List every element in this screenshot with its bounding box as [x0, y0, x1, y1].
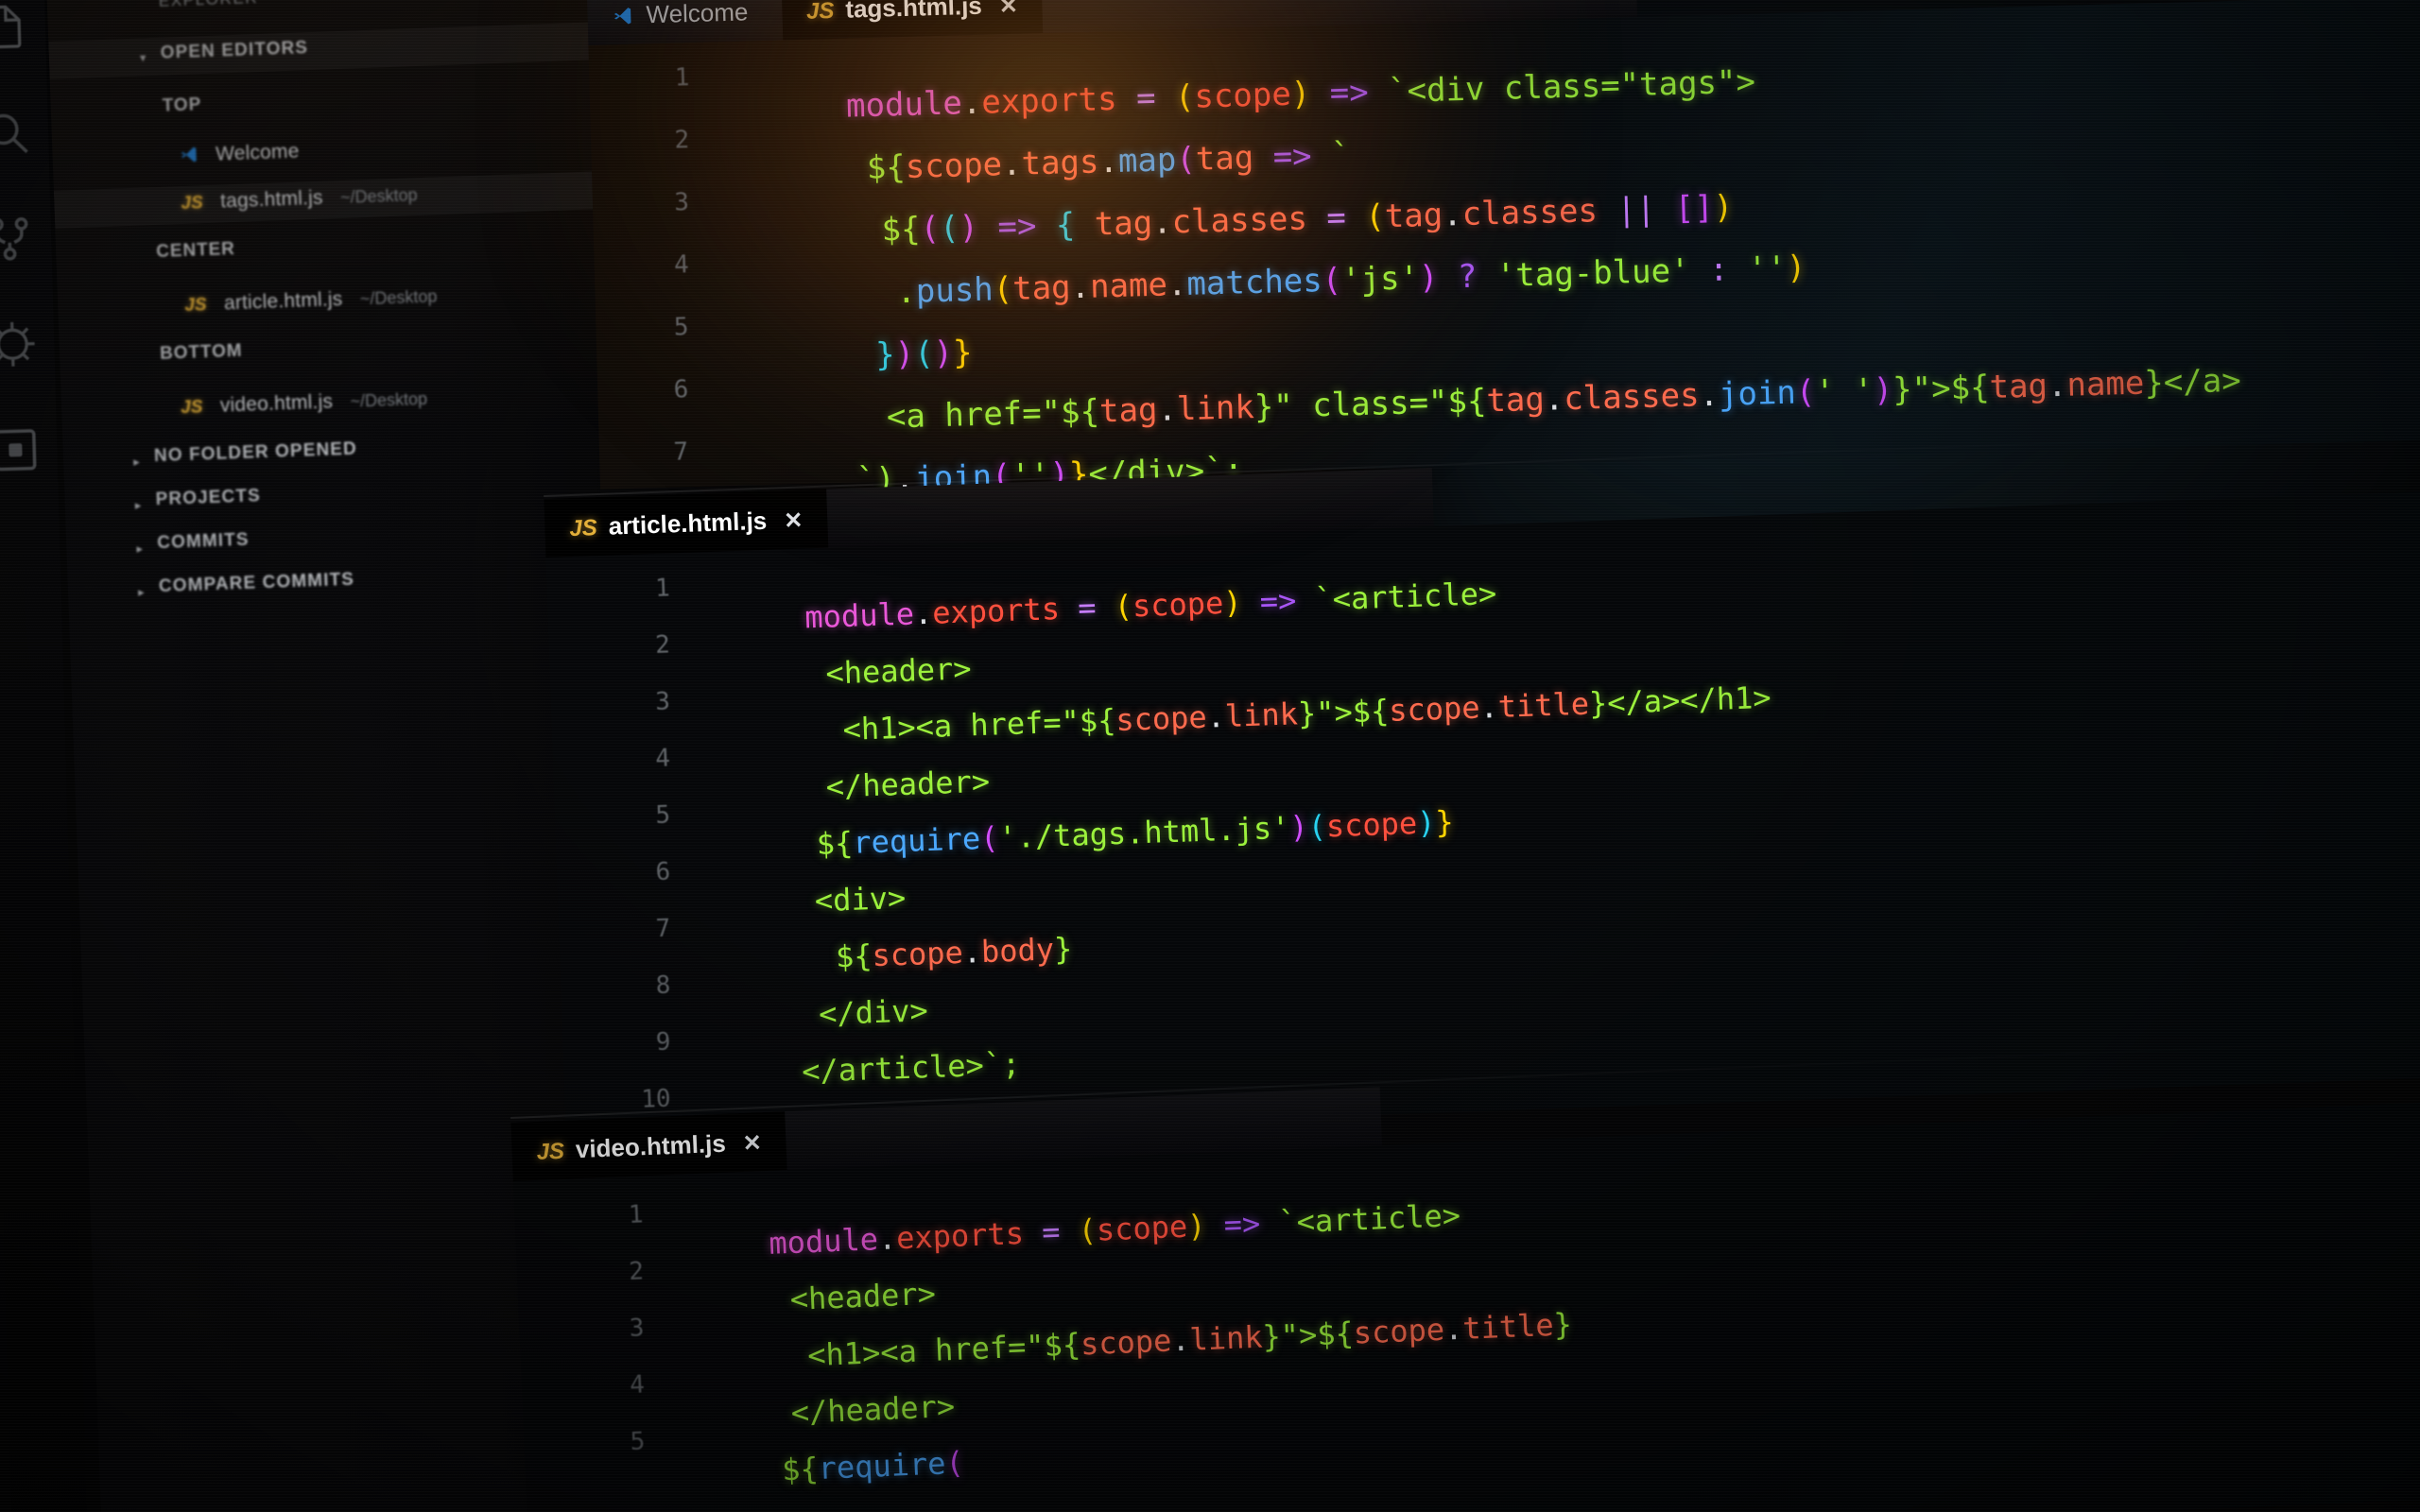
- close-icon[interactable]: ✕: [998, 0, 1018, 19]
- open-editor-article-html-js[interactable]: JS article.html.js ~/Desktop: [184, 284, 438, 317]
- line-number: 5: [630, 1427, 646, 1457]
- tab-video-html-js[interactable]: JS video.html.js ✕: [510, 1111, 788, 1181]
- line-number: 9: [655, 1027, 671, 1057]
- line-number: 5: [673, 313, 689, 342]
- line-number: 1: [674, 63, 690, 93]
- open-editor-path: ~/Desktop: [350, 388, 428, 411]
- line-number: 6: [673, 375, 689, 404]
- vscode-screenshot: EXPLORER ▾ OPEN EDITORS TOP Welcome JS t…: [0, 0, 2420, 1512]
- tab-article-html-js[interactable]: JS article.html.js ✕: [544, 489, 829, 558]
- open-editor-path: ~/Desktop: [339, 185, 418, 207]
- open-editor-welcome[interactable]: Welcome: [179, 141, 300, 168]
- open-editor-path: ~/Desktop: [359, 286, 438, 309]
- open-editors-row-bg: [48, 21, 608, 79]
- close-icon[interactable]: ✕: [742, 1130, 762, 1157]
- sidebar-section-no-folder-opened[interactable]: NO FOLDER OPENED: [154, 439, 358, 468]
- line-number: 7: [655, 914, 671, 944]
- chevron-right-icon[interactable]: ▸: [136, 541, 143, 557]
- extensions-icon[interactable]: [0, 422, 43, 477]
- sidebar-section-projects[interactable]: PROJECTS: [155, 486, 261, 510]
- explorer-icon[interactable]: [0, 0, 31, 54]
- tab-label: tags.html.js: [844, 0, 983, 24]
- tab-label: article.html.js: [608, 506, 768, 541]
- tab-label: video.html.js: [575, 1128, 727, 1164]
- line-number: 3: [629, 1314, 645, 1344]
- line-number: 3: [673, 188, 690, 217]
- chevron-right-icon[interactable]: ▸: [138, 585, 145, 600]
- open-editor-name: article.html.js: [223, 287, 343, 315]
- line-number: 3: [654, 687, 671, 717]
- chevron-right-icon[interactable]: ▸: [133, 455, 140, 470]
- line-number: 4: [629, 1370, 646, 1400]
- sidebar-section-commits[interactable]: COMMITS: [157, 530, 250, 554]
- sidebar-group-center: CENTER: [155, 239, 236, 262]
- open-editor-video-html-js[interactable]: JS video.html.js ~/Desktop: [181, 387, 428, 419]
- vscode-icon: [612, 0, 633, 25]
- line-number: 7: [673, 438, 689, 467]
- tab-tags-html-js[interactable]: JS tags.html.js ✕: [781, 0, 1044, 41]
- js-icon: JS: [805, 0, 835, 25]
- code-line[interactable]: ${require(: [670, 1409, 966, 1512]
- line-number: 4: [673, 250, 690, 280]
- line-number: 2: [628, 1257, 645, 1286]
- line-number: 5: [654, 800, 671, 831]
- explorer-title: EXPLORER: [158, 0, 258, 11]
- line-number: 4: [654, 744, 671, 774]
- chevron-down-icon[interactable]: ▾: [140, 50, 147, 65]
- sidebar-group-top: TOP: [162, 94, 202, 116]
- vscode-icon: [179, 145, 199, 164]
- open-editor-name: tags.html.js: [219, 186, 324, 213]
- line-number: 1: [628, 1200, 645, 1229]
- chevron-right-icon[interactable]: ▸: [135, 498, 142, 513]
- line-number: 1: [654, 574, 671, 603]
- open-editor-name: Welcome: [215, 140, 300, 165]
- search-icon[interactable]: [0, 106, 34, 161]
- js-icon: JS: [183, 295, 207, 316]
- line-number: 6: [654, 857, 671, 887]
- close-icon[interactable]: ✕: [784, 507, 804, 534]
- debug-icon[interactable]: [0, 318, 40, 372]
- js-icon: JS: [181, 193, 204, 215]
- js-icon: JS: [180, 397, 203, 419]
- source-control-icon[interactable]: [0, 212, 37, 266]
- tab-welcome[interactable]: Welcome: [587, 0, 773, 45]
- sidebar-section-compare-commits[interactable]: COMPARE COMMITS: [159, 570, 355, 597]
- line-number: 2: [674, 126, 690, 155]
- line-number: 8: [655, 971, 671, 1001]
- tab-label: Welcome: [646, 0, 749, 29]
- sidebar-group-bottom: BOTTOM: [159, 340, 243, 364]
- open-editor-name: video.html.js: [219, 390, 334, 417]
- js-icon: JS: [568, 515, 598, 542]
- line-number: 2: [654, 630, 671, 660]
- js-icon: JS: [536, 1138, 565, 1165]
